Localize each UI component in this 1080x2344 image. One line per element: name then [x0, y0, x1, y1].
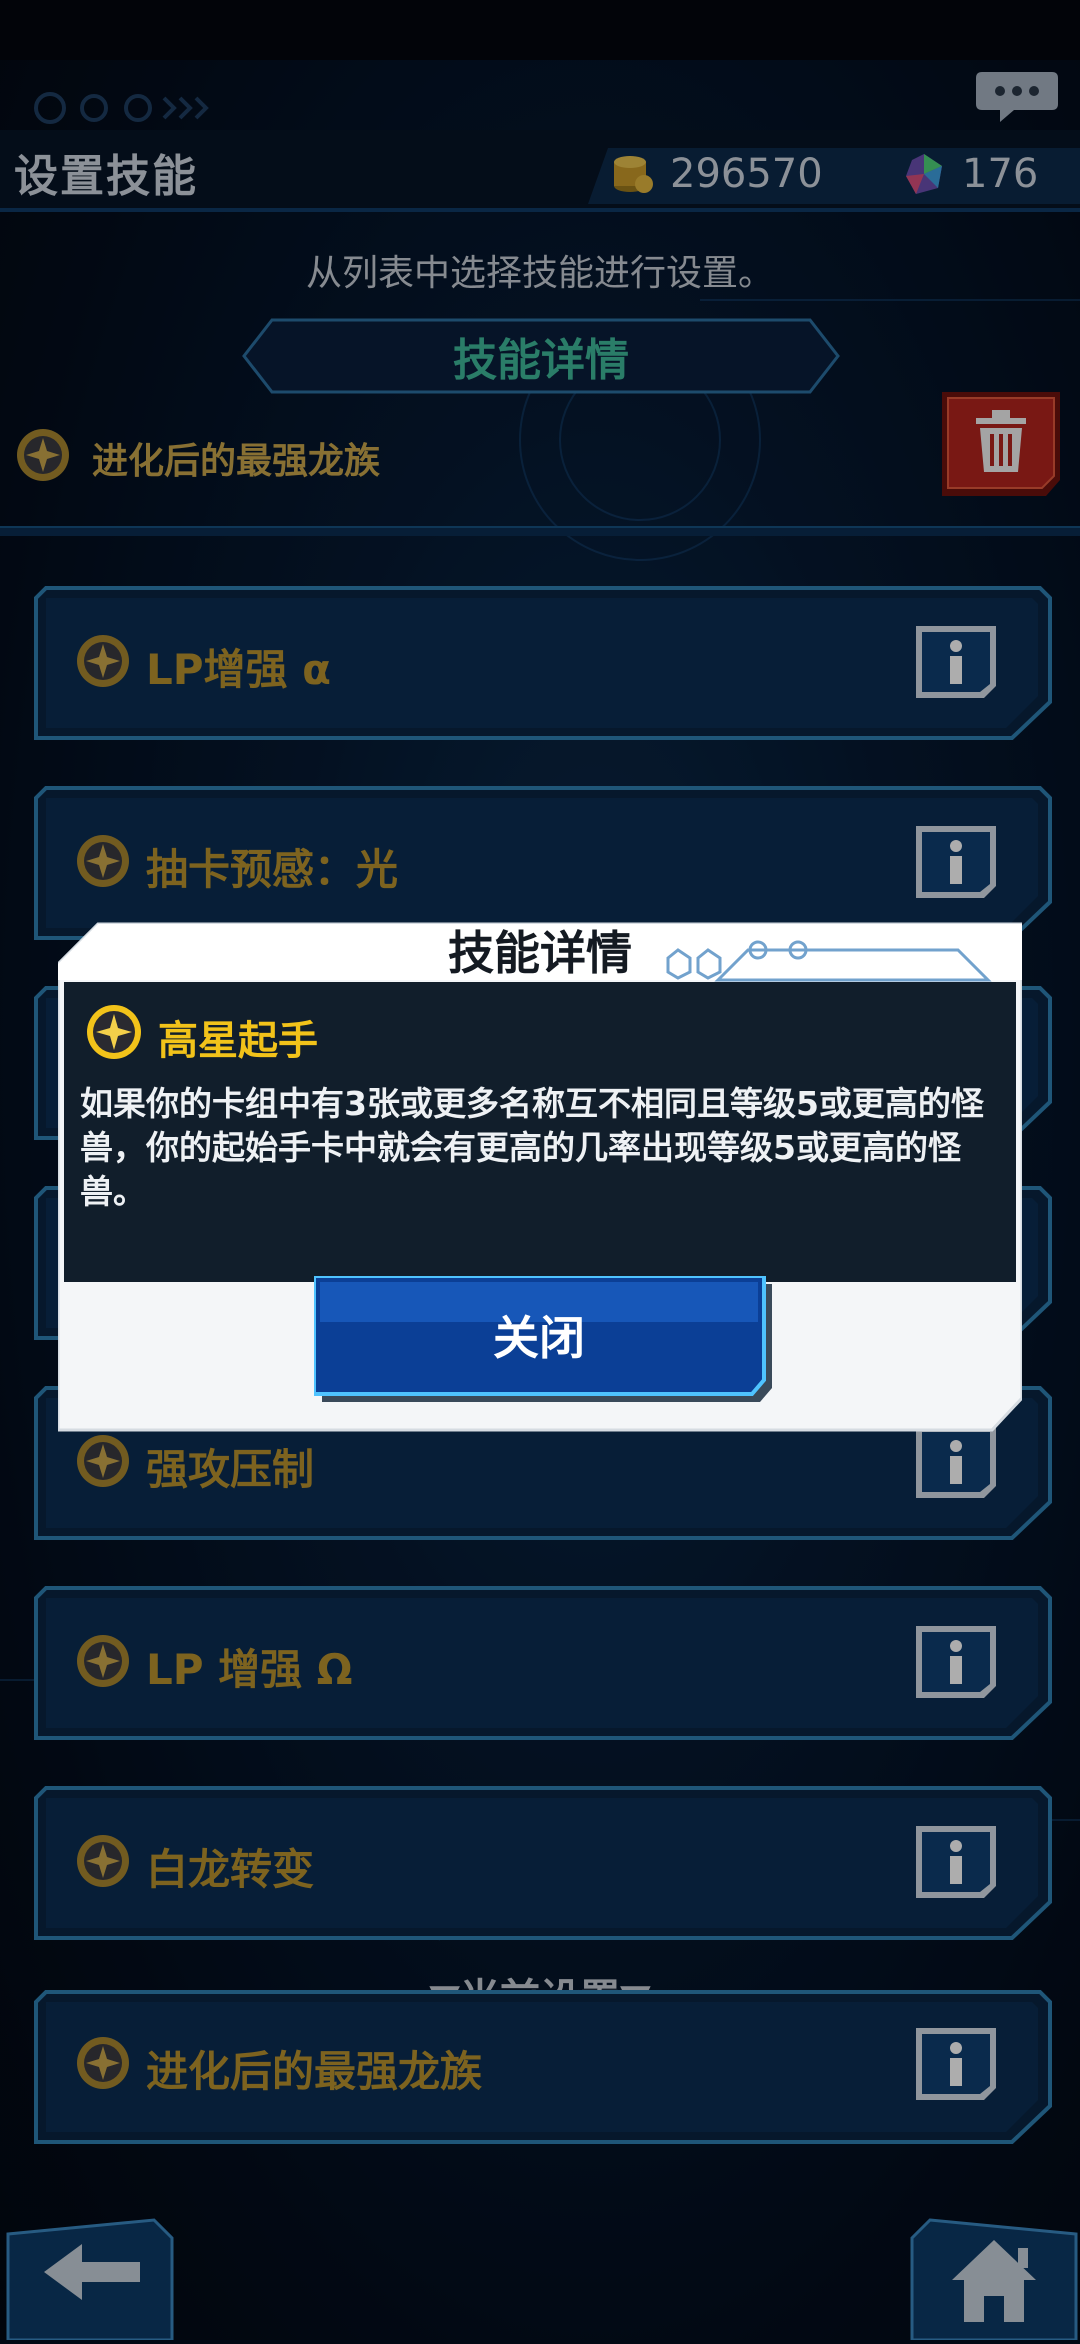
dialog-content: 高星起手 如果你的卡组中有3张或更多名称互不相同且等级5或更高的怪兽，你的起始手… [64, 982, 1016, 1282]
skill-medal-icon [87, 1005, 141, 1059]
close-button[interactable]: 关闭 [314, 1276, 772, 1402]
close-button-label: 关闭 [493, 1311, 585, 1365]
dialog-skill-name: 高星起手 [158, 1018, 318, 1064]
dialog-title: 技能详情 [448, 926, 632, 980]
skill-detail-dialog: 技能详情 高星起手 如果你的卡组中有3张或更多名称互不相同且等级5或更高的怪兽，… [58, 920, 1022, 1432]
dialog-skill-description: 如果你的卡组中有3张或更多名称互不相同且等级5或更高的怪兽，你的起始手卡中就会有… [80, 1084, 984, 1211]
